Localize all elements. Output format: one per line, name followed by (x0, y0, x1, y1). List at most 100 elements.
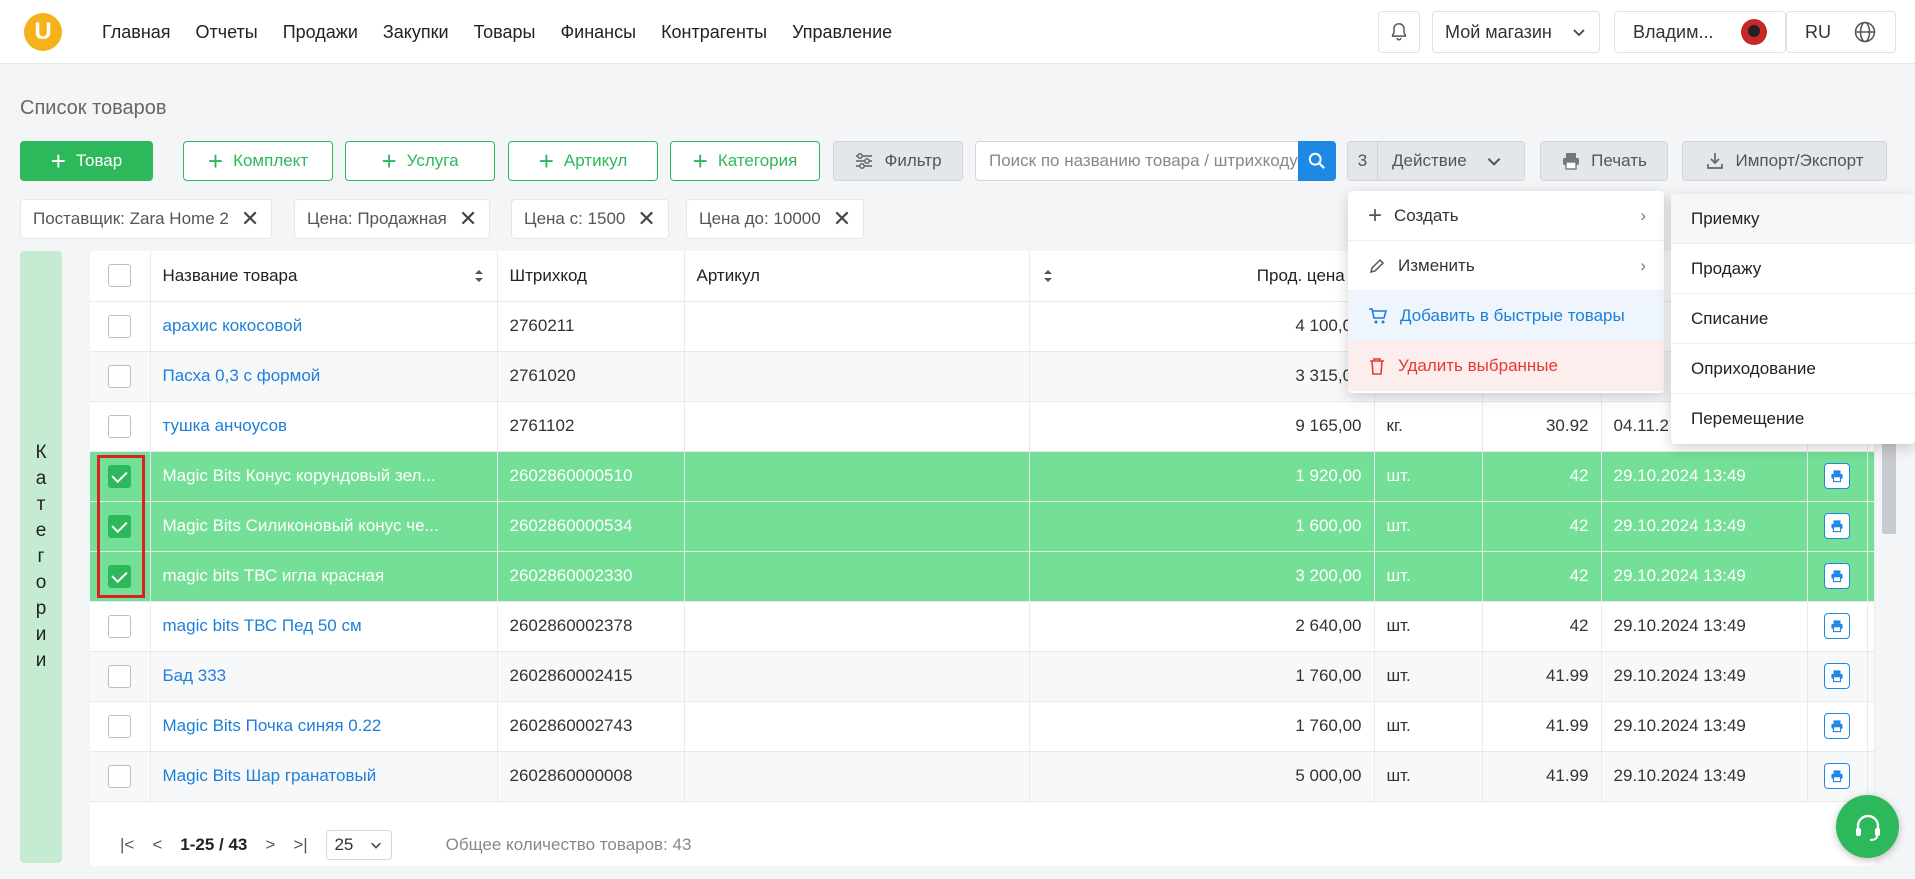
product-name-cell[interactable]: Magic Bits Шар гранатовый (150, 751, 498, 802)
next-page-icon[interactable]: > (265, 835, 275, 855)
user-menu[interactable]: Владим... (1614, 11, 1786, 53)
table-row[interactable]: Бад 333 2602860002415 1 760,00 шт. 41.99 29.1… (90, 651, 1875, 702)
column-barcode[interactable]: Штрихкод (497, 251, 685, 302)
sidebar-letter: е (35, 520, 47, 541)
product-name-cell[interactable]: Magic Bits Почка синяя 0.22 (150, 701, 498, 752)
search-button[interactable] (1298, 141, 1336, 181)
table-row[interactable]: тушка анчоусов 2761102 9 165,00 кг. 30.92 04.… (90, 401, 1875, 452)
close-icon[interactable]: ✕ (833, 206, 851, 232)
table-row[interactable]: magic bits ТВС игла красная 2602860002330… (90, 551, 1875, 602)
print-label-button[interactable] (1824, 563, 1850, 589)
notifications-button[interactable] (1378, 11, 1420, 53)
submenu-item-receipt[interactable]: Приемку (1671, 194, 1915, 244)
add-article-button[interactable]: + Артикул (508, 141, 658, 181)
submenu-item-posting[interactable]: Оприходование (1671, 344, 1915, 394)
product-name-link[interactable]: Бад 333 (163, 666, 227, 685)
page-size-select[interactable]: 25 (325, 830, 392, 860)
submenu-item-sale[interactable]: Продажу (1671, 244, 1915, 294)
article-cell (684, 451, 1030, 502)
row-checkbox[interactable] (108, 364, 132, 388)
column-article[interactable]: Артикул (684, 251, 1030, 302)
print-button[interactable]: Печать (1540, 141, 1668, 181)
categories-panel-toggle[interactable]: К а т е г о р и и (20, 251, 62, 863)
prev-page-icon[interactable]: < (152, 835, 162, 855)
import-export-button[interactable]: Импорт/Экспорт (1682, 141, 1887, 181)
unit-cell: шт. (1374, 751, 1483, 802)
add-product-button[interactable]: + Товар (20, 141, 153, 181)
print-label-button[interactable] (1824, 613, 1850, 639)
table-row[interactable]: Magic Bits Почка синяя 0.22 2602860002743… (90, 701, 1875, 752)
product-name-link[interactable]: арахис кокосовой (163, 316, 303, 335)
first-page-icon[interactable]: |< (120, 835, 134, 855)
close-icon[interactable]: ✕ (459, 206, 477, 232)
nav-item-management[interactable]: Управление (792, 22, 892, 43)
close-icon[interactable]: ✕ (241, 206, 259, 232)
add-service-button[interactable]: + Услуга (345, 141, 495, 181)
print-label-button[interactable] (1824, 513, 1850, 539)
nav-item-reports[interactable]: Отчеты (196, 22, 258, 43)
product-name-link[interactable]: Magic Bits Почка синяя 0.22 (163, 716, 382, 735)
table-row[interactable]: Magic Bits Шар гранатовый 2602860000008 5 … (90, 751, 1875, 802)
table-row[interactable]: Magic Bits Силиконовый конус че... 260286… (90, 501, 1875, 552)
nav-item-sales[interactable]: Продажи (283, 22, 358, 43)
product-name-cell[interactable]: Magic Bits Силиконовый конус че... (150, 501, 498, 552)
product-name-cell[interactable]: magic bits ТВС игла красная (150, 551, 498, 602)
nav-item-main[interactable]: Главная (102, 22, 171, 43)
row-checkbox[interactable] (108, 414, 132, 438)
nav-item-products[interactable]: Товары (474, 22, 536, 43)
row-checkbox[interactable] (108, 614, 132, 638)
store-selector[interactable]: Мой магазин (1432, 11, 1600, 53)
search-input[interactable]: Поиск по названию товара / штрихкоду (975, 141, 1336, 181)
sort-icon[interactable] (473, 268, 485, 284)
product-name-cell[interactable]: арахис кокосовой (150, 301, 498, 352)
select-all-checkbox[interactable] (108, 264, 132, 288)
submenu-item-writeoff[interactable]: Списание (1671, 294, 1915, 344)
column-name[interactable]: Название товара (150, 251, 498, 302)
product-name-cell[interactable]: Magic Bits Конус корундовый зел... (150, 451, 498, 502)
nav-item-contractors[interactable]: Контрагенты (661, 22, 767, 43)
product-name-link[interactable]: Magic Bits Силиконовый конус че... (163, 516, 439, 535)
column-price[interactable]: Прод. цена (1029, 251, 1375, 302)
support-chat-button[interactable] (1836, 795, 1899, 858)
product-name-cell[interactable]: magic bits ТВС Пед 50 см (150, 601, 498, 652)
menu-item-create[interactable]: + Создать › (1348, 191, 1664, 241)
product-name-link[interactable]: magic bits ТВС игла красная (163, 566, 385, 585)
print-label-button[interactable] (1824, 663, 1850, 689)
product-name-cell[interactable]: тушка анчоусов (150, 401, 498, 452)
product-name-link[interactable]: Magic Bits Шар гранатовый (163, 766, 377, 785)
close-icon[interactable]: ✕ (637, 206, 655, 232)
row-checkbox[interactable] (108, 764, 132, 788)
menu-item-add-quick[interactable]: Добавить в быстрые товары (1348, 291, 1664, 341)
filter-button[interactable]: Фильтр (833, 141, 963, 181)
row-checkbox[interactable] (108, 664, 132, 688)
table-scrollbar[interactable] (1882, 430, 1896, 534)
print-label-button[interactable] (1824, 713, 1850, 739)
row-checkbox[interactable] (108, 714, 132, 738)
add-kit-button[interactable]: + Комплект (183, 141, 333, 181)
product-name-link[interactable]: Magic Bits Конус корундовый зел... (163, 466, 436, 485)
product-name-cell[interactable]: Бад 333 (150, 651, 498, 702)
language-selector[interactable]: RU (1786, 11, 1896, 53)
print-label-button[interactable] (1824, 763, 1850, 789)
row-checkbox[interactable] (108, 314, 132, 338)
product-name-link[interactable]: Пасха 0,3 с формой (163, 366, 321, 385)
sort-icon[interactable] (1042, 268, 1054, 284)
row-checkbox[interactable] (108, 564, 132, 588)
row-checkbox[interactable] (108, 464, 132, 488)
nav-item-purchases[interactable]: Закупки (383, 22, 449, 43)
table-row[interactable]: magic bits ТВС Пед 50 см 2602860002378 2 6… (90, 601, 1875, 652)
add-category-button[interactable]: + Категория (670, 141, 820, 181)
logo[interactable]: U (24, 13, 62, 51)
row-checkbox[interactable] (108, 514, 132, 538)
product-name-link[interactable]: magic bits ТВС Пед 50 см (163, 616, 362, 635)
last-page-icon[interactable]: >| (293, 835, 307, 855)
nav-item-finance[interactable]: Финансы (560, 22, 636, 43)
menu-item-edit[interactable]: Изменить › (1348, 241, 1664, 291)
action-dropdown[interactable]: 3 Действие (1347, 141, 1525, 181)
print-label-button[interactable] (1824, 463, 1850, 489)
product-name-cell[interactable]: Пасха 0,3 с формой (150, 351, 498, 402)
menu-item-delete[interactable]: Удалить выбранные (1348, 341, 1664, 391)
submenu-item-transfer[interactable]: Перемещение (1671, 394, 1915, 444)
table-row[interactable]: Magic Bits Конус корундовый зел... 260286… (90, 451, 1875, 502)
product-name-link[interactable]: тушка анчоусов (163, 416, 288, 435)
